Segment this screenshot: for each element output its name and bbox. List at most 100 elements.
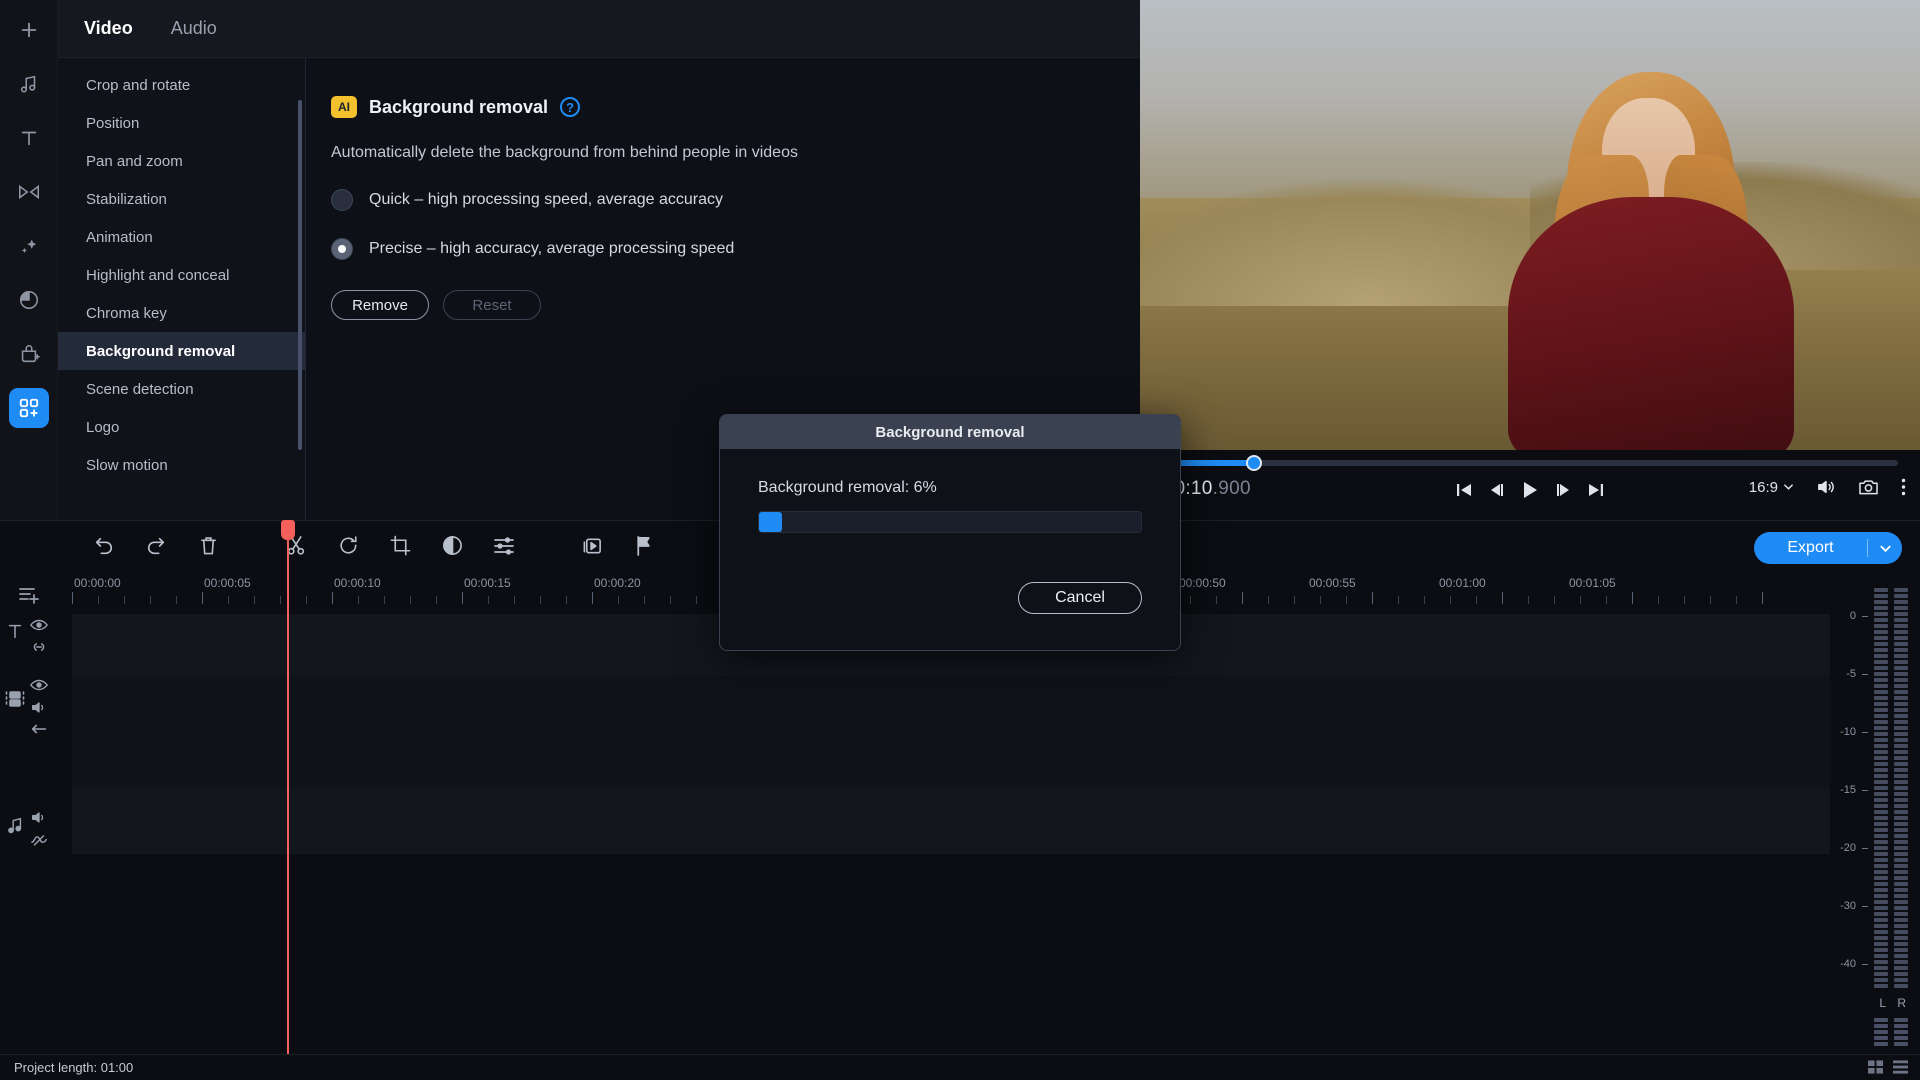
meter-dash <box>1862 906 1868 907</box>
audio-track-mute-toggle[interactable] <box>26 806 52 828</box>
radio-quick-indicator[interactable] <box>331 189 353 211</box>
rail-item-more-tools[interactable] <box>8 388 49 428</box>
ai-badge: AI <box>331 96 357 118</box>
preview-video-frame <box>1140 0 1920 450</box>
color-adjust-button[interactable] <box>426 531 478 565</box>
meter-dash <box>1862 616 1868 617</box>
skip-to-end-icon[interactable] <box>1588 482 1604 498</box>
radio-option-quick[interactable]: Quick – high processing speed, average a… <box>331 189 1140 211</box>
snapshot-camera-icon[interactable] <box>1858 478 1879 496</box>
titles-track-link-toggle[interactable] <box>26 636 52 658</box>
empty-lane[interactable] <box>72 854 1830 1054</box>
crop-button[interactable] <box>374 531 426 565</box>
meter-dash <box>1862 790 1868 791</box>
effect-item-chroma-key[interactable]: Chroma key <box>58 294 305 332</box>
playhead[interactable] <box>281 520 295 1054</box>
video-track-icon <box>4 688 26 710</box>
effect-item-position[interactable]: Position <box>58 104 305 142</box>
playhead-handle[interactable] <box>281 520 295 540</box>
background-removal-progress-dialog: Background removal Background removal: 6… <box>719 414 1181 651</box>
progress-label: Background removal: 6% <box>758 479 937 496</box>
video-track-collapse-toggle[interactable] <box>26 718 52 740</box>
rail-item-transitions[interactable] <box>9 172 49 212</box>
volume-icon[interactable] <box>1816 478 1836 496</box>
seek-handle[interactable] <box>1245 455 1262 471</box>
titles-track-visibility-toggle[interactable] <box>26 614 52 636</box>
effect-item-stabilization[interactable]: Stabilization <box>58 180 305 218</box>
player-transport-controls <box>1456 480 1604 500</box>
music-note-icon <box>18 73 40 95</box>
video-track-mute-toggle[interactable] <box>26 696 52 718</box>
rail-item-stickers[interactable] <box>9 334 49 374</box>
settings-button-row: Remove Reset <box>331 290 1140 320</box>
play-icon[interactable] <box>1520 480 1540 500</box>
marker-button[interactable] <box>618 531 670 565</box>
rotate-button[interactable] <box>322 531 374 565</box>
skip-to-start-icon[interactable] <box>1456 482 1472 498</box>
export-button[interactable]: Export <box>1754 532 1902 564</box>
meter-label: -10 <box>1840 726 1856 738</box>
audio-track-fx-toggle[interactable] <box>26 828 52 850</box>
effect-item-highlight-and-conceal[interactable]: Highlight and conceal <box>58 256 305 294</box>
audio-lane[interactable] <box>72 788 1830 854</box>
radio-option-precise[interactable]: Precise – high accuracy, average process… <box>331 238 1140 260</box>
grid-view-icon[interactable] <box>1868 1060 1883 1079</box>
reset-button[interactable]: Reset <box>443 290 541 320</box>
step-backward-icon[interactable] <box>1488 482 1504 498</box>
status-bar: Project length: 01:00 <box>0 1054 1920 1080</box>
track-headers <box>0 574 72 1054</box>
list-view-icon[interactable] <box>1893 1060 1908 1079</box>
radio-precise-indicator[interactable] <box>331 238 353 260</box>
effect-list-scrollbar[interactable] <box>298 100 302 450</box>
meter-label: -30 <box>1840 900 1856 912</box>
text-t-icon <box>18 127 40 149</box>
rail-item-music[interactable] <box>9 64 49 104</box>
rail-item-add-media[interactable] <box>9 10 49 50</box>
aspect-ratio-selector[interactable]: 16:9 <box>1749 479 1794 496</box>
effect-item-scene-detection[interactable]: Scene detection <box>58 370 305 408</box>
properties-button[interactable] <box>478 531 530 565</box>
progress-bar <box>758 511 1142 533</box>
add-track-button[interactable] <box>16 584 42 606</box>
tab-audio[interactable]: Audio <box>167 12 221 45</box>
redo-icon <box>145 536 167 561</box>
step-forward-icon[interactable] <box>1556 482 1572 498</box>
tab-video[interactable]: Video <box>80 12 137 45</box>
rail-item-filters[interactable] <box>9 226 49 266</box>
audio-level-meter: 0 -5 -10 -15 -20 -30 -40 L R <box>1830 574 1920 1054</box>
preview-player: :00:10.900 16:9 <box>1140 0 1920 520</box>
settings-title-row: AI Background removal ? <box>331 96 1140 118</box>
effect-item-logo[interactable]: Logo <box>58 408 305 446</box>
effect-item-pan-and-zoom[interactable]: Pan and zoom <box>58 142 305 180</box>
rail-item-titles[interactable] <box>9 118 49 158</box>
meter-label: -5 <box>1846 668 1856 680</box>
chevron-down-icon <box>1783 479 1794 496</box>
split-button[interactable] <box>270 531 322 565</box>
ruler-label: 00:00:15 <box>464 576 511 590</box>
delete-button[interactable] <box>182 531 234 565</box>
progress-bar-fill <box>759 512 782 532</box>
video-track-visibility-toggle[interactable] <box>26 674 52 696</box>
marker-flag-icon <box>635 535 653 561</box>
meter-label: -15 <box>1840 784 1856 796</box>
video-lane[interactable] <box>72 676 1830 788</box>
effect-item-animation[interactable]: Animation <box>58 218 305 256</box>
remove-button[interactable]: Remove <box>331 290 429 320</box>
rail-item-color[interactable] <box>9 280 49 320</box>
effect-item-background-removal[interactable]: Background removal <box>58 332 305 370</box>
effect-item-slow-motion[interactable]: Slow motion <box>58 446 305 484</box>
cancel-button[interactable]: Cancel <box>1018 582 1142 614</box>
help-icon[interactable]: ? <box>560 97 581 117</box>
export-label: Export <box>1787 539 1834 556</box>
effect-item-crop-and-rotate[interactable]: Crop and rotate <box>58 66 305 104</box>
player-right-controls: 16:9 <box>1749 478 1906 496</box>
keyframe-button[interactable] <box>566 531 618 565</box>
status-bar-icons <box>1868 1060 1908 1079</box>
undo-button[interactable] <box>78 531 130 565</box>
export-dropdown-caret[interactable] <box>1868 542 1902 555</box>
redo-button[interactable] <box>130 531 182 565</box>
more-options-icon[interactable] <box>1901 478 1906 496</box>
player-control-bar: :00:10.900 16:9 <box>1140 450 1920 520</box>
seek-bar[interactable] <box>1162 455 1898 471</box>
crop-icon <box>390 535 411 561</box>
